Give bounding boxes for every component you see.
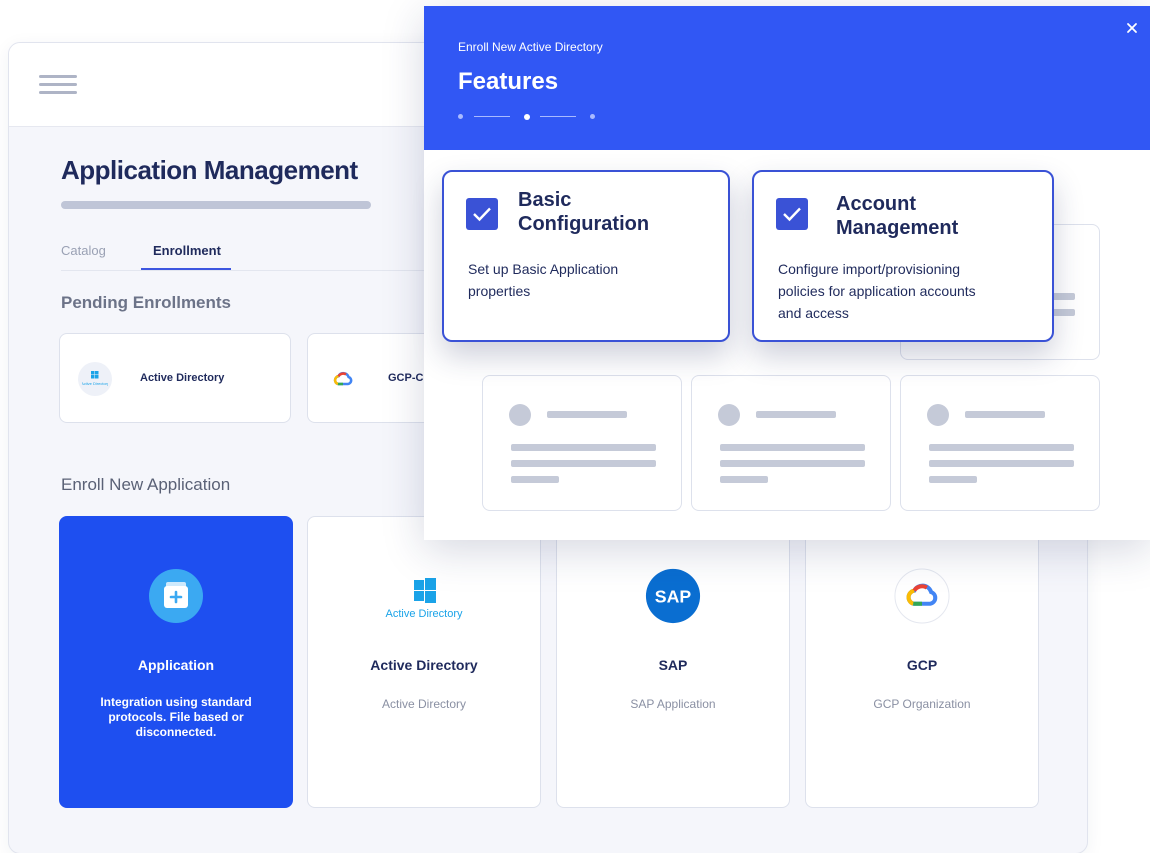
tab-catalog[interactable]: Catalog [61, 243, 106, 258]
card-title: SAP [658, 657, 688, 673]
card-title: GCP [906, 657, 938, 673]
card-description: Integration using standard protocols. Fi… [100, 695, 252, 739]
feature-card-account-management[interactable]: Account Management Configure import/prov… [752, 170, 1054, 342]
google-cloud-icon [326, 362, 360, 396]
step-dot [590, 114, 595, 119]
placeholder-card [691, 375, 891, 511]
card-description: SAP Application [630, 697, 716, 711]
feature-card-basic-configuration[interactable]: Basic Configuration Set up Basic Applica… [442, 170, 730, 342]
enroll-new-application-heading: Enroll New Application [61, 475, 231, 494]
placeholder-card [482, 375, 682, 511]
card-title: Active Directory [370, 657, 478, 673]
modal-header: Enroll New Active Directory Features [424, 6, 1150, 150]
sap-logo: SAP [645, 568, 701, 624]
pending-card-name: GCP-C [388, 372, 424, 384]
step-dot-active [524, 113, 530, 120]
add-application-icon [148, 568, 204, 624]
windows-icon: Active Directory [368, 568, 480, 624]
sap-card[interactable]: SAP SAP SAP Application [556, 516, 790, 808]
pending-card-active-directory[interactable]: Active Directory Active Directory [59, 333, 291, 423]
svg-text:Active Directory: Active Directory [385, 608, 463, 620]
google-cloud-icon [894, 568, 950, 624]
application-card[interactable]: Application Integration using standard p… [59, 516, 293, 808]
title-placeholder-bar [61, 201, 371, 209]
pending-card-name: Active Directory [140, 372, 225, 384]
windows-icon: Active Directory [78, 362, 112, 396]
step-connector [540, 116, 576, 117]
checkbox-checked-icon[interactable] [776, 198, 808, 230]
feature-title: Account Management [836, 193, 959, 239]
step-connector [474, 116, 510, 117]
feature-description: Set up Basic Application properties [468, 261, 619, 299]
card-title: Application [137, 657, 215, 673]
card-description: GCP Organization [873, 697, 971, 711]
placeholder-card [900, 375, 1100, 511]
card-description: Active Directory [381, 697, 467, 711]
modal-subtitle: Enroll New Active Directory [458, 40, 603, 54]
enroll-modal: Enroll New Active Directory Features Bas… [424, 6, 1150, 540]
active-directory-card[interactable]: Active Directory Active Directory Active… [307, 516, 541, 808]
step-indicator [458, 112, 598, 122]
step-dot [458, 114, 463, 119]
checkbox-checked-icon[interactable] [466, 198, 498, 230]
close-icon[interactable] [1124, 20, 1140, 36]
svg-text:Active Directory: Active Directory [82, 381, 108, 386]
active-tab-indicator [141, 268, 231, 270]
svg-text:SAP: SAP [655, 587, 692, 607]
gcp-card[interactable]: GCP GCP Organization [805, 516, 1039, 808]
feature-description: Configure import/provisioning policies f… [778, 261, 976, 321]
hamburger-menu-icon[interactable] [39, 71, 77, 99]
pending-enrollments-heading: Pending Enrollments [61, 293, 232, 312]
feature-title: Basic Configuration [518, 189, 650, 235]
page-title: Application Management [61, 155, 358, 185]
tab-enrollment[interactable]: Enrollment [153, 243, 221, 258]
modal-title: Features [458, 68, 559, 95]
